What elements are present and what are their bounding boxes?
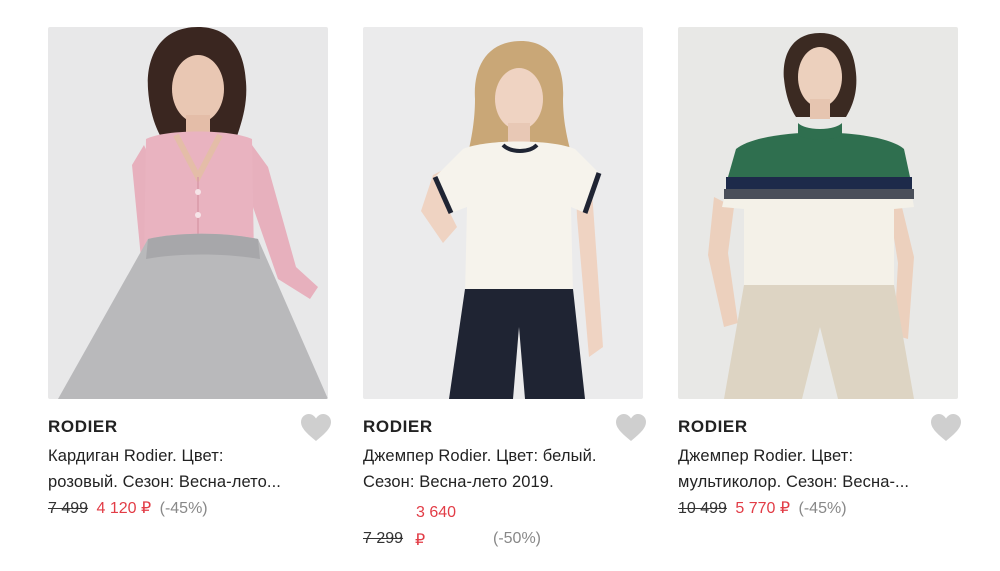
product-photo-cardigan [48,27,328,399]
price-row: 7 499 4 120 ₽ (-45%) [48,498,208,518]
product-card[interactable]: RODIER Кардиган Rodier. Цвет: розовый. С… [48,27,331,517]
heart-icon[interactable] [299,413,333,443]
product-image[interactable] [48,27,328,399]
discount-badge: (-50%) [493,530,542,547]
product-title-line: Сезон: Весна-лето 2019. [363,473,554,491]
product-title[interactable]: Кардиган Rodier. Цвет: розовый. Сезон: В… [48,443,332,495]
product-title[interactable]: Джемпер Rodier. Цвет: мультиколор. Сезон… [678,443,962,495]
discount-badge: (-45%) [798,500,847,517]
product-title-line: розовый. Сезон: Весна-лето... [48,473,281,491]
product-photo-white-jumper [363,27,643,399]
product-brand: RODIER [48,417,118,436]
product-image[interactable] [678,27,958,399]
currency-symbol: ₽ [415,532,426,549]
product-card[interactable]: RODIER Джемпер Rodier. Цвет: белый. Сезо… [363,27,646,549]
discount-badge: (-45%) [159,500,208,517]
old-price: 7 299 [363,530,404,547]
product-title-line: Джемпер Rodier. Цвет: белый. [363,447,597,465]
old-price: 7 499 [48,500,89,517]
sale-price: 5 770 ₽ [735,500,791,517]
product-image[interactable] [363,27,643,399]
product-title-line: Джемпер Rodier. Цвет: [678,447,854,465]
product-title[interactable]: Джемпер Rodier. Цвет: белый. Сезон: Весн… [363,443,647,495]
product-card[interactable]: RODIER Джемпер Rodier. Цвет: мультиколор… [678,27,961,517]
price-row: 10 499 5 770 ₽ (-45%) [678,498,847,518]
product-brand: RODIER [678,417,748,436]
product-photo-striped-jumper [678,27,958,399]
product-title-line: Кардиган Rodier. Цвет: [48,447,224,465]
product-brand: RODIER [363,417,433,436]
heart-icon[interactable] [614,413,648,443]
sale-price: 3 640 [416,504,457,521]
sale-price: 4 120 ₽ [96,500,152,517]
heart-icon[interactable] [929,413,963,443]
product-title-line: мультиколор. Сезон: Весна-... [678,473,910,491]
old-price: 10 499 [678,500,727,517]
